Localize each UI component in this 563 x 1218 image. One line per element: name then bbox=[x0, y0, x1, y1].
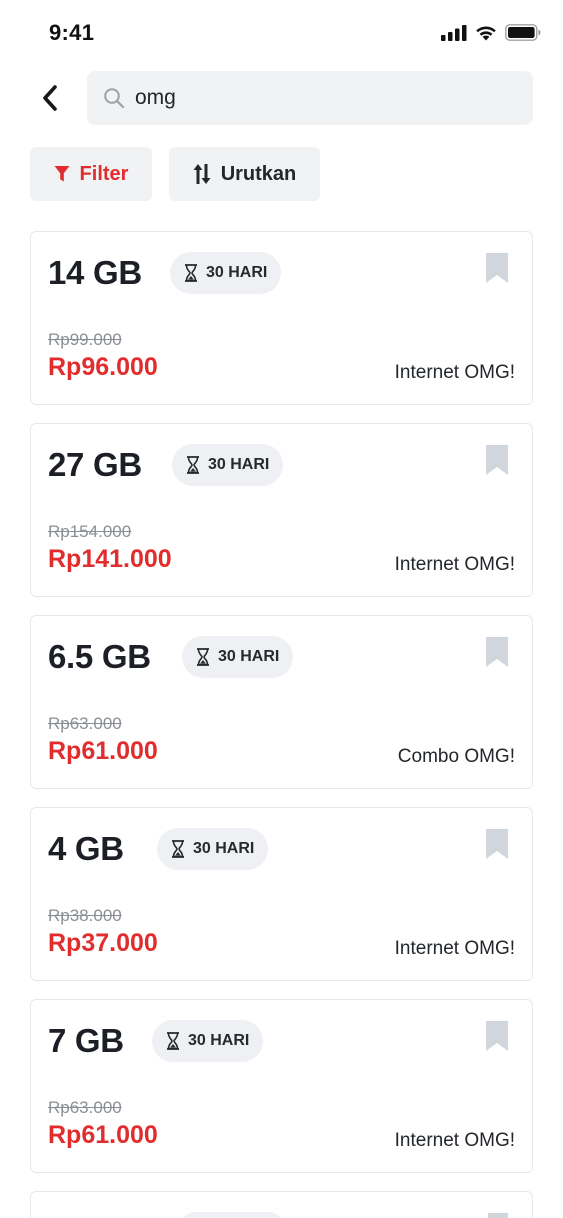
product-quota: 6.5 GB bbox=[48, 638, 151, 675]
discounted-price: Rp96.000 bbox=[48, 353, 158, 381]
original-price: Rp154.000 bbox=[48, 522, 132, 541]
product-card[interactable]: 4 GB 30 HARI Rp38.000 Rp37.000 Internet … bbox=[30, 807, 533, 981]
discounted-price: Rp141.000 bbox=[48, 545, 172, 573]
package-name: Combo OMG! bbox=[397, 746, 515, 767]
duration-badge bbox=[176, 1212, 288, 1218]
bookmark-icon[interactable] bbox=[486, 637, 508, 667]
wifi-icon bbox=[476, 25, 496, 40]
product-quota: 27 GB bbox=[48, 446, 142, 483]
bookmark-icon[interactable] bbox=[486, 1021, 508, 1051]
original-price: Rp63.000 bbox=[48, 714, 122, 733]
duration-badge: 30 HARI bbox=[152, 1020, 264, 1062]
package-name: Internet OMG! bbox=[394, 362, 515, 383]
product-card[interactable]: 27 GB 30 HARI Rp154.000 Rp141.000 Intern… bbox=[30, 423, 533, 597]
chevron-left-icon bbox=[43, 85, 57, 111]
hourglass-icon bbox=[187, 456, 199, 474]
bookmark-icon[interactable] bbox=[486, 829, 508, 859]
duration-badge: 30 HARI bbox=[170, 252, 282, 294]
discounted-price: Rp61.000 bbox=[48, 1121, 158, 1149]
product-quota: 7 GB bbox=[48, 1022, 124, 1059]
filter-label: Filter bbox=[79, 162, 129, 185]
package-name: Internet OMG! bbox=[394, 554, 515, 575]
status-icons bbox=[441, 24, 541, 41]
filter-button[interactable]: Filter bbox=[30, 147, 152, 201]
bookmark-icon[interactable] bbox=[486, 253, 508, 283]
package-name: Internet OMG! bbox=[394, 938, 515, 959]
product-quota: 14 GB bbox=[48, 254, 142, 291]
duration-label: 30 HARI bbox=[208, 456, 270, 473]
original-price: Rp99.000 bbox=[48, 330, 122, 349]
product-card[interactable]: 6.5 GB 30 HARI Rp63.000 Rp61.000 Combo O… bbox=[30, 615, 533, 789]
search-input[interactable] bbox=[135, 86, 495, 110]
status-bar: 9:41 bbox=[0, 0, 563, 66]
discounted-price: Rp37.000 bbox=[48, 929, 158, 957]
sort-button[interactable]: Urutkan bbox=[169, 147, 320, 201]
search-box[interactable] bbox=[87, 71, 533, 125]
package-name: Internet OMG! bbox=[394, 1130, 515, 1151]
search-icon bbox=[104, 88, 125, 109]
hourglass-icon bbox=[172, 840, 184, 858]
duration-label: 30 HARI bbox=[218, 648, 280, 665]
product-quota: 4 GB bbox=[48, 830, 124, 867]
cellular-signal-icon bbox=[441, 24, 467, 41]
original-price: Rp38.000 bbox=[48, 906, 122, 925]
discounted-price: Rp61.000 bbox=[48, 737, 158, 765]
product-card-partial[interactable] bbox=[30, 1191, 533, 1218]
duration-badge: 30 HARI bbox=[157, 828, 269, 870]
duration-label: 30 HARI bbox=[206, 264, 268, 281]
bookmark-icon[interactable] bbox=[488, 1213, 508, 1218]
duration-badge: 30 HARI bbox=[182, 636, 294, 678]
status-time: 9:41 bbox=[49, 20, 95, 45]
hourglass-icon bbox=[197, 648, 209, 666]
sort-label: Urutkan bbox=[220, 162, 297, 185]
hourglass-icon bbox=[185, 264, 197, 282]
sort-arrows-icon bbox=[193, 164, 211, 184]
product-card[interactable]: 14 GB 30 HARI Rp99.000 Rp96.000 Internet… bbox=[30, 231, 533, 405]
duration-label: 30 HARI bbox=[188, 1032, 250, 1049]
duration-badge: 30 HARI bbox=[172, 444, 284, 486]
original-price: Rp63.000 bbox=[48, 1098, 122, 1117]
product-list: 14 GB 30 HARI Rp99.000 Rp96.000 Internet… bbox=[30, 231, 533, 1191]
bookmark-icon[interactable] bbox=[486, 445, 508, 475]
filter-funnel-icon bbox=[54, 166, 70, 182]
duration-label: 30 HARI bbox=[193, 840, 255, 857]
hourglass-icon bbox=[167, 1032, 179, 1050]
product-card[interactable]: 7 GB 30 HARI Rp63.000 Rp61.000 Internet … bbox=[30, 999, 533, 1173]
battery-icon bbox=[505, 24, 541, 41]
back-button[interactable] bbox=[30, 76, 70, 120]
